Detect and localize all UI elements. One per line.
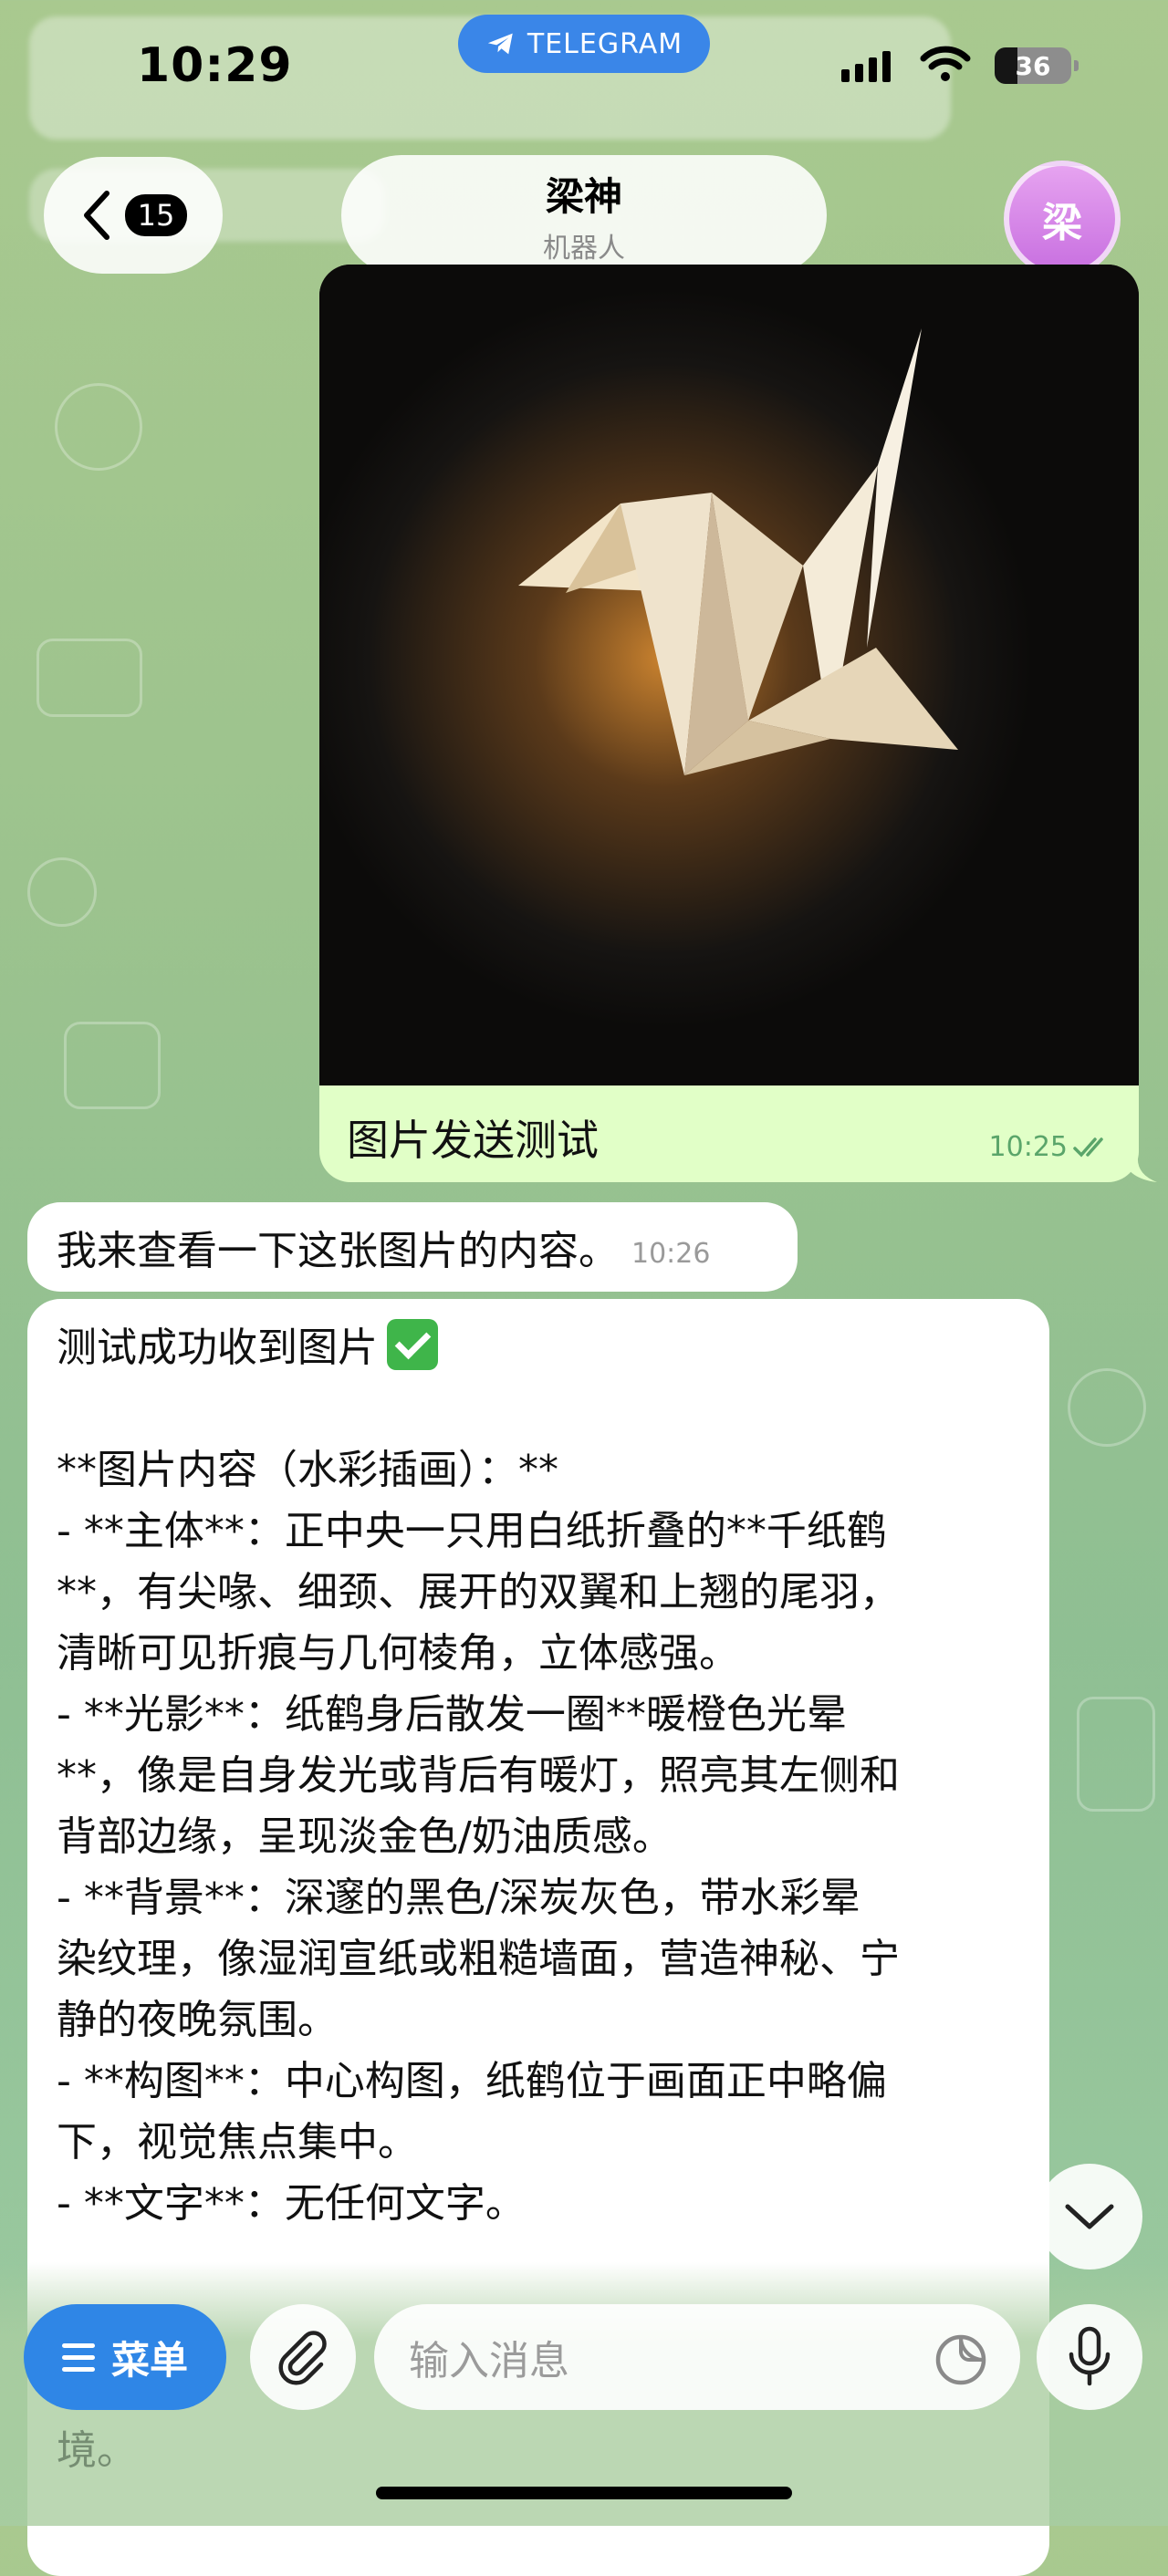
origami-crane-photo[interactable]	[319, 265, 1139, 1085]
message-timestamp: 10:25	[988, 1131, 1068, 1163]
message-line: 背部边缘，呈现淡金色/奶油质感。	[57, 1813, 673, 1860]
telegram-pill[interactable]: TELEGRAM	[458, 15, 710, 73]
back-button[interactable]: 15	[44, 157, 223, 274]
background-doodle	[27, 857, 97, 927]
chat-title[interactable]: 梁神 机器人	[341, 155, 827, 275]
menu-icon	[61, 2342, 95, 2372]
message-line	[57, 1378, 1024, 1439]
wifi-icon	[920, 46, 971, 81]
message-line: - **主体**：正中央一只用白纸折叠的**千纸鹤	[57, 1508, 887, 1554]
unread-count-badge: 15	[124, 194, 188, 236]
telegram-label: TELEGRAM	[527, 27, 683, 60]
chat-subtitle: 机器人	[543, 232, 625, 265]
photo-caption: 图片发送测试	[347, 1116, 599, 1165]
message-line: 测试成功收到图片	[57, 1317, 1024, 1378]
microphone-icon	[1069, 2326, 1111, 2386]
background-doodle	[55, 383, 142, 471]
message-line: - **构图**：中心构图，纸鹤位于画面正中略偏	[57, 2058, 887, 2104]
battery-level: 36	[1015, 50, 1051, 81]
message-line: 下，视觉焦点集中。	[57, 2119, 418, 2166]
attach-button[interactable]	[250, 2304, 356, 2410]
avatar[interactable]: 梁	[1004, 161, 1121, 277]
message-line: - **文字**：无任何文字。	[57, 2180, 526, 2227]
message-line-text: 测试成功收到图片	[57, 1324, 378, 1371]
chevron-down-icon	[1065, 2204, 1114, 2229]
obscured-message-text: 境。	[57, 2427, 137, 2474]
telegram-icon	[487, 33, 513, 55]
message-line: 清晰可见折痕与几何棱角，立体感强。	[57, 1630, 739, 1677]
background-doodle	[36, 639, 142, 717]
chevron-left-icon	[83, 191, 110, 240]
status-time: 10:29	[137, 38, 293, 93]
paperclip-icon	[278, 2331, 327, 2385]
menu-button[interactable]: 菜单	[24, 2304, 226, 2410]
scroll-to-bottom-button[interactable]	[1037, 2164, 1142, 2270]
bubble-tail	[1121, 1151, 1157, 1182]
home-indicator	[376, 2487, 792, 2499]
message-line: - **背景**：深邃的黑色/深炭灰色，带水彩晕	[57, 1875, 860, 1921]
message-line: 染纹理，像湿润宣纸或粗糙墙面，营造神秘、宁	[57, 1936, 900, 1982]
message-line: **图片内容（水彩插画）：**	[57, 1447, 558, 1493]
sticker-icon[interactable]	[934, 2333, 987, 2386]
chat-name: 梁神	[545, 173, 622, 219]
background-doodle	[1068, 1368, 1146, 1447]
message-line: **，像是自身发光或背后有暖灯，照亮其左侧和	[57, 1752, 900, 1799]
cellular-signal-icon	[841, 51, 891, 82]
background-doodle	[1077, 1697, 1155, 1812]
message-text: 我来查看一下这张图片的内容。	[57, 1228, 619, 1274]
voice-message-button[interactable]	[1037, 2304, 1142, 2410]
background-doodle	[64, 1022, 161, 1109]
double-check-icon	[1073, 1137, 1103, 1158]
incoming-message[interactable]: 我来查看一下这张图片的内容。 10:26	[27, 1202, 798, 1292]
outgoing-photo-message[interactable]: 图片发送测试 10:25	[319, 265, 1139, 1182]
message-input[interactable]: 输入消息	[374, 2304, 1020, 2410]
message-line: - **光影**：纸鹤身后散发一圈**暖橙色光晕	[57, 1691, 847, 1738]
message-line: **，有尖喙、细颈、展开的双翼和上翘的尾羽，	[57, 1569, 900, 1615]
battery-icon: 36	[995, 47, 1079, 84]
message-timestamp: 10:26	[631, 1237, 711, 1270]
menu-label: 菜单	[110, 2337, 188, 2383]
check-mark-emoji-icon	[387, 1319, 438, 1370]
message-line: 静的夜晚氛围。	[57, 1997, 338, 2043]
message-time: 10:25	[989, 1131, 1113, 1163]
